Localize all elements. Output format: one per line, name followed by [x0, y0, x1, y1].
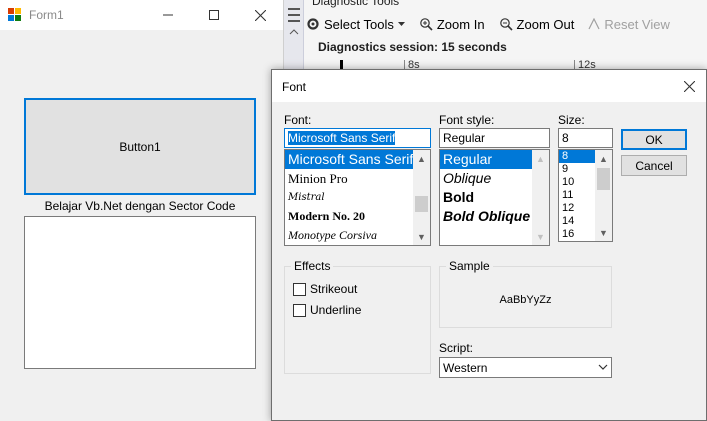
style-item-oblique[interactable]: Oblique	[440, 169, 532, 188]
font-name-value: Microsoft Sans Serif	[288, 131, 396, 145]
font-size-scrollbar[interactable]: ▲ ▼	[595, 150, 612, 241]
strikeout-checkbox[interactable]: Strikeout	[293, 282, 357, 296]
font-style-scrollbar[interactable]: ▲ ▼	[532, 150, 549, 245]
zoom-out-label: Zoom Out	[516, 16, 575, 32]
scroll-up-arrow-icon[interactable]: ▲	[413, 150, 430, 167]
font-label: Font:	[284, 113, 312, 127]
close-button[interactable]	[237, 0, 283, 30]
reset-view-label: Reset View	[604, 16, 670, 32]
effects-label: Effects	[291, 259, 334, 273]
script-label: Script:	[439, 341, 474, 355]
script-dropdown[interactable]: Western	[439, 357, 612, 378]
style-item-regular[interactable]: Regular	[440, 150, 532, 169]
chevron-down-icon	[598, 364, 608, 370]
font-dialog-title: Font	[282, 80, 307, 94]
sample-text: AaBbYyZz	[499, 294, 552, 306]
diagnostic-toolbar: Select Tools Zoom In Zoom Out Reset View	[306, 12, 670, 36]
font-list[interactable]: Microsoft Sans Serif Minion Pro Mistral …	[284, 149, 431, 246]
scroll-thumb[interactable]	[415, 196, 428, 212]
maximize-icon	[209, 10, 219, 20]
size-label: Size:	[558, 113, 585, 127]
sample-group: Sample AaBbYyZz	[439, 259, 612, 328]
session-duration: Diagnostics session: 15 seconds	[318, 40, 507, 54]
sample-label: Sample	[446, 259, 493, 273]
strikeout-checkbox-box[interactable]	[293, 282, 306, 296]
winforms-app-icon	[8, 8, 22, 22]
zoom-out-icon	[499, 18, 513, 31]
maximize-button[interactable]	[191, 0, 237, 30]
scroll-down-arrow-icon[interactable]: ▼	[532, 228, 549, 245]
close-icon	[683, 80, 695, 92]
font-size-input[interactable]: 8	[558, 128, 613, 148]
strikeout-label: Strikeout	[310, 282, 358, 296]
minimize-icon	[163, 14, 173, 16]
size-item-10[interactable]: 10	[559, 176, 595, 189]
script-value: Western	[443, 361, 488, 375]
cancel-button[interactable]: Cancel	[621, 155, 687, 176]
font-dialog-titlebar[interactable]: Font	[272, 70, 706, 102]
underline-checkbox[interactable]: Underline	[293, 303, 361, 317]
select-tools-button[interactable]: Select Tools	[306, 17, 405, 32]
ok-button[interactable]: OK	[621, 129, 687, 150]
form1-titlebar[interactable]: Form1	[0, 0, 283, 30]
effects-group: Effects Strikeout Underline	[284, 259, 431, 374]
font-list-scrollbar[interactable]: ▲ ▼	[413, 150, 430, 245]
dialog-close-button[interactable]	[672, 70, 706, 102]
reset-view-icon	[588, 18, 600, 30]
form1-title: Form1	[29, 8, 64, 22]
diagnostic-tools-title: Diagnostic Tools	[312, 0, 400, 8]
zoom-out-button[interactable]: Zoom Out	[499, 16, 575, 32]
size-item-16[interactable]: 16	[559, 228, 595, 241]
vs-strip-controls-icon	[288, 8, 300, 35]
size-item-8[interactable]: 8	[559, 150, 595, 163]
font-item-monotype-corsiva[interactable]: Monotype Corsiva	[285, 226, 413, 245]
minimize-button[interactable]	[145, 0, 191, 30]
underline-checkbox-box[interactable]	[293, 303, 306, 317]
underline-label: Underline	[310, 303, 362, 317]
font-style-label: Font style:	[439, 113, 495, 127]
scroll-down-arrow-icon[interactable]: ▼	[595, 224, 612, 241]
size-item-11[interactable]: 11	[559, 189, 595, 202]
scroll-up-arrow-icon[interactable]: ▲	[532, 150, 549, 167]
button1[interactable]: Button1	[24, 98, 256, 195]
font-style-list[interactable]: Regular Oblique Bold Bold Oblique ▲ ▼	[439, 149, 550, 246]
font-item-microsoft-sans-serif[interactable]: Microsoft Sans Serif	[285, 150, 413, 169]
zoom-in-icon	[420, 18, 433, 31]
font-item-minion-pro[interactable]: Minion Pro	[285, 169, 413, 188]
font-item-mistral[interactable]: Mistral	[285, 188, 413, 207]
belajar-label: Belajar Vb.Net dengan Sector Code	[44, 199, 236, 213]
gear-icon	[307, 18, 319, 30]
zoom-in-button[interactable]: Zoom In	[419, 17, 485, 32]
zoom-in-label: Zoom In	[436, 16, 485, 32]
output-listbox[interactable]	[24, 216, 256, 369]
font-style-input[interactable]: Regular	[439, 128, 550, 148]
style-item-bold[interactable]: Bold	[440, 188, 532, 207]
select-tools-label: Select Tools	[324, 16, 394, 32]
scroll-thumb[interactable]	[597, 168, 610, 190]
scroll-up-arrow-icon[interactable]: ▲	[595, 150, 612, 167]
form1-window: Form1 Button1 Belajar Vb.Net dengan Sect…	[0, 0, 283, 421]
size-item-12[interactable]: 12	[559, 202, 595, 215]
dropdown-arrow-icon	[397, 21, 405, 26]
scroll-down-arrow-icon[interactable]: ▼	[413, 228, 430, 245]
size-item-9[interactable]: 9	[559, 163, 595, 176]
close-icon	[254, 9, 266, 21]
font-item-modern-no-20[interactable]: Modern No. 20	[285, 207, 413, 226]
font-size-list[interactable]: 8 9 10 11 12 14 16 ▲ ▼	[558, 149, 613, 242]
size-item-14[interactable]: 14	[559, 215, 595, 228]
font-name-input[interactable]: Microsoft Sans Serif	[284, 128, 431, 148]
style-item-bold-oblique[interactable]: Bold Oblique	[440, 207, 532, 226]
font-dialog: Font Font: Microsoft Sans Serif Microsof…	[271, 69, 707, 421]
reset-view-button[interactable]: Reset View	[588, 17, 670, 32]
